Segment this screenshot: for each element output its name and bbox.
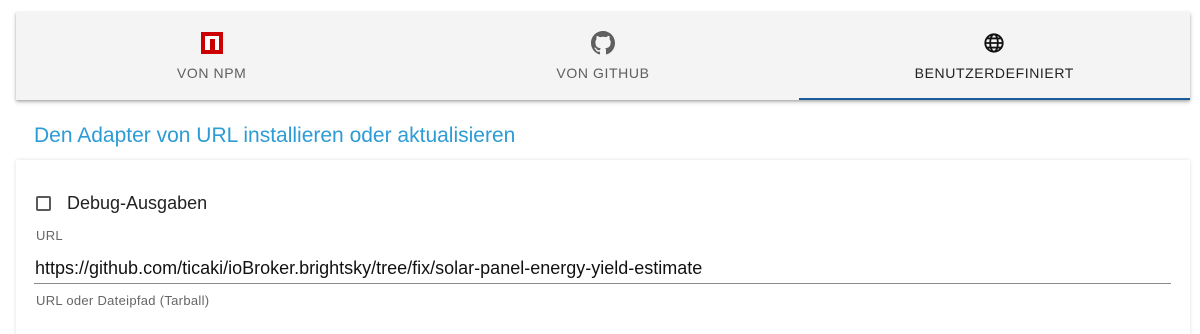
debug-output-checkbox-row[interactable]: Debug-Ausgaben xyxy=(36,193,207,214)
tab-npm[interactable]: VON NPM xyxy=(16,12,407,100)
active-tab-indicator xyxy=(798,98,1190,100)
install-url-card: Debug-Ausgaben URL URL oder Dateipfad (T… xyxy=(16,160,1190,334)
tab-custom[interactable]: BENUTZERDEFINIERT xyxy=(798,12,1190,100)
tab-indicator xyxy=(407,98,798,100)
npm-icon xyxy=(199,30,225,56)
url-field-label: URL xyxy=(36,228,63,243)
tab-custom-label: BENUTZERDEFINIERT xyxy=(914,65,1074,81)
tab-github-label: VON GITHUB xyxy=(556,65,650,81)
url-input[interactable] xyxy=(34,254,1171,284)
section-heading: Den Adapter von URL installieren oder ak… xyxy=(34,124,516,147)
globe-icon xyxy=(981,30,1007,56)
debug-output-checkbox[interactable] xyxy=(36,196,51,211)
install-from-url-page: VON NPM VON GITHUB BENUTZERDEFINIERT Den… xyxy=(0,0,1200,334)
tab-github[interactable]: VON GITHUB xyxy=(407,12,798,100)
github-icon xyxy=(590,30,616,56)
tab-npm-label: VON NPM xyxy=(176,65,247,81)
install-source-tabs: VON NPM VON GITHUB BENUTZERDEFINIERT xyxy=(16,12,1190,100)
debug-output-label: Debug-Ausgaben xyxy=(67,193,208,213)
tab-indicator xyxy=(16,98,407,100)
url-helper-text: URL oder Dateipfad (Tarball) xyxy=(36,293,210,308)
